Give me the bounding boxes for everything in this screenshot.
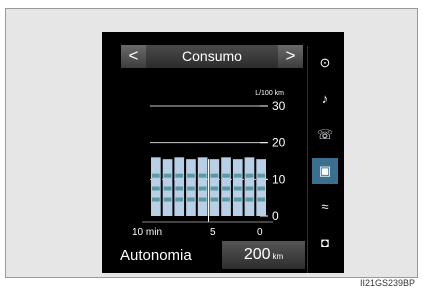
- side-menu: ⊙ ♪ ☏ ▣ ≈ ◘: [307, 46, 341, 273]
- figure-frame: < Consumo > L/100 km 30 20 10 0 10 min 5 0 ⊙ ♪ ☏ ▣…: [5, 8, 418, 278]
- y-tick-label: 30: [272, 99, 286, 113]
- range-value: 200: [243, 246, 271, 263]
- bar-segment: [187, 197, 195, 202]
- bar-segment: [233, 173, 242, 178]
- climate-icon[interactable]: ≈: [312, 194, 338, 220]
- bar-segment: [152, 173, 160, 178]
- bar-segment: [175, 186, 184, 191]
- bar-segment: [163, 186, 172, 191]
- bar-segment: [245, 186, 254, 191]
- bar-segment: [152, 197, 160, 202]
- x-tick-label: 5: [210, 227, 216, 238]
- bar-segment: [210, 186, 219, 191]
- y-tick-label: 20: [272, 136, 286, 150]
- bar-segment: [175, 173, 184, 178]
- setup-icon[interactable]: ◘: [312, 230, 338, 256]
- bar-segment: [222, 197, 230, 202]
- consumption-chart: L/100 km 30 20 10 0 10 min 5 0: [132, 90, 286, 238]
- bar-segment: [233, 197, 242, 202]
- bar-segment: [222, 173, 230, 178]
- bar-segment: [163, 197, 172, 202]
- range-value-box: 200 km: [222, 241, 305, 269]
- figure-code: II21GS239BP: [359, 278, 415, 288]
- bar-segment: [245, 197, 254, 202]
- bar-segment: [257, 173, 265, 178]
- bar-segment: [257, 197, 265, 202]
- x-tick-label: 0: [257, 227, 263, 238]
- bar-segment: [152, 186, 160, 191]
- x-tick-label: 10 min: [132, 227, 162, 238]
- bar-segment: [198, 186, 207, 191]
- navigation-icon[interactable]: ⊙: [312, 50, 338, 76]
- y-tick-label: 0: [272, 209, 279, 223]
- info-screen-icon[interactable]: ▣: [312, 158, 338, 184]
- bar-segment: [175, 197, 184, 202]
- bar-segment: [198, 173, 207, 178]
- display-screen: < Consumo > L/100 km 30 20 10 0 10 min 5 0 ⊙ ♪ ☏ ▣…: [102, 32, 344, 273]
- bar-segment: [163, 173, 172, 178]
- range-label: Autonomia: [120, 247, 192, 264]
- bar-segment: [198, 197, 207, 202]
- y-tick-label: 10: [272, 172, 286, 186]
- music-note-icon[interactable]: ♪: [312, 86, 338, 112]
- bar-segment: [187, 173, 195, 178]
- bar-segment: [222, 186, 230, 191]
- range-unit: km: [272, 252, 284, 261]
- bar-segment: [245, 173, 254, 178]
- bar-segment: [233, 186, 242, 191]
- bar-segment: [210, 173, 219, 178]
- unit-label: L/100 km: [255, 90, 284, 97]
- bar-segment: [210, 197, 219, 202]
- bar-segment: [187, 186, 195, 191]
- bar-segment: [257, 186, 265, 191]
- phone-icon[interactable]: ☏: [312, 122, 338, 148]
